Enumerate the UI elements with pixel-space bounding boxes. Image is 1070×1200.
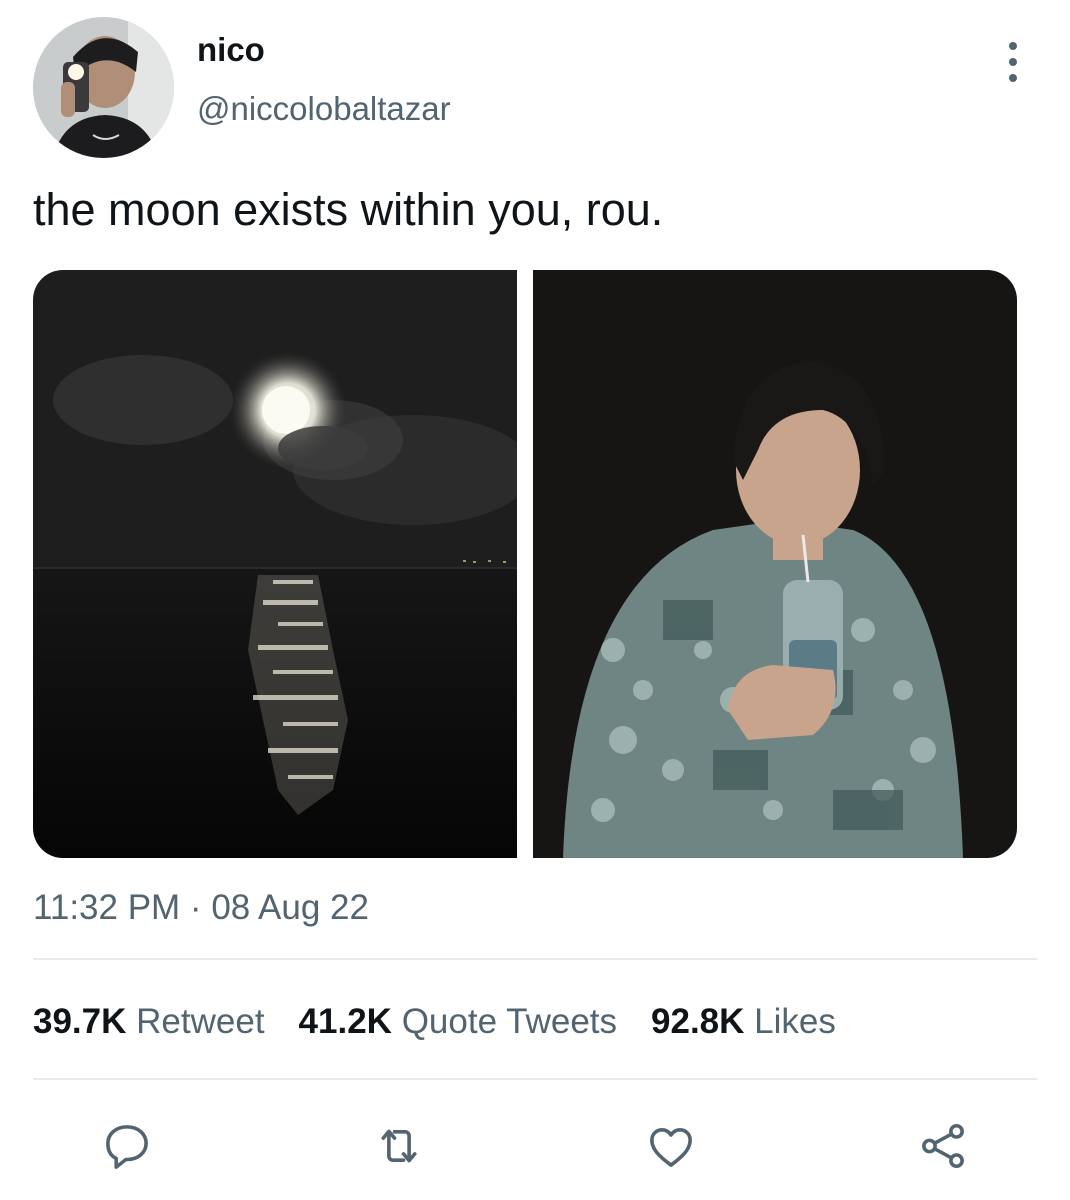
person-drink-photo — [533, 270, 1017, 858]
likes-count: 92.8K — [651, 1002, 745, 1041]
user-handle[interactable]: @niccolobaltazar — [197, 89, 451, 129]
more-options-icon[interactable] — [998, 42, 1028, 82]
retweet-stat[interactable]: 39.7K Retweet — [33, 1000, 265, 1044]
more-dot — [1009, 74, 1017, 82]
share-button[interactable] — [913, 1116, 973, 1176]
avatar[interactable] — [33, 17, 174, 158]
tweet-timestamp[interactable]: 11:32 PM · 08 Aug 22 — [33, 888, 369, 928]
likes-stat[interactable]: 92.8K Likes — [651, 1000, 836, 1044]
display-name[interactable]: nico — [197, 30, 265, 70]
retweet-label: Retweet — [136, 1002, 265, 1041]
tweet-media — [33, 270, 1017, 858]
tweet-text: the moon exists within you, rou. — [33, 184, 664, 235]
more-dot — [1009, 42, 1017, 50]
quote-tweet-stat[interactable]: 41.2K Quote Tweets — [299, 1000, 617, 1044]
reply-icon — [106, 1125, 148, 1169]
quote-tweet-count: 41.2K — [298, 1002, 392, 1041]
moon-sea-photo — [33, 270, 517, 858]
divider — [33, 958, 1037, 960]
retweet-count: 39.7K — [33, 1002, 127, 1041]
divider — [33, 1078, 1037, 1080]
share-icon — [922, 1123, 964, 1169]
more-dot — [1009, 58, 1017, 66]
retweet-icon — [381, 1129, 417, 1163]
reply-button[interactable] — [97, 1116, 157, 1176]
media-photo-moon[interactable] — [33, 270, 517, 858]
quote-tweet-label: Quote Tweets — [401, 1002, 618, 1041]
retweet-button[interactable] — [369, 1116, 429, 1176]
tweet-stats: 39.7K Retweet 41.2K Quote Tweets 92.8K Lik… — [33, 1000, 870, 1044]
tweet-actions — [0, 1116, 1070, 1176]
likes-label: Likes — [754, 1002, 836, 1041]
avatar-photo — [33, 17, 174, 158]
like-button[interactable] — [641, 1116, 701, 1176]
media-photo-person[interactable] — [533, 270, 1017, 858]
like-icon — [650, 1128, 692, 1167]
tweet-card: nico @niccolobaltazar the moon exists wi… — [0, 0, 1070, 1200]
